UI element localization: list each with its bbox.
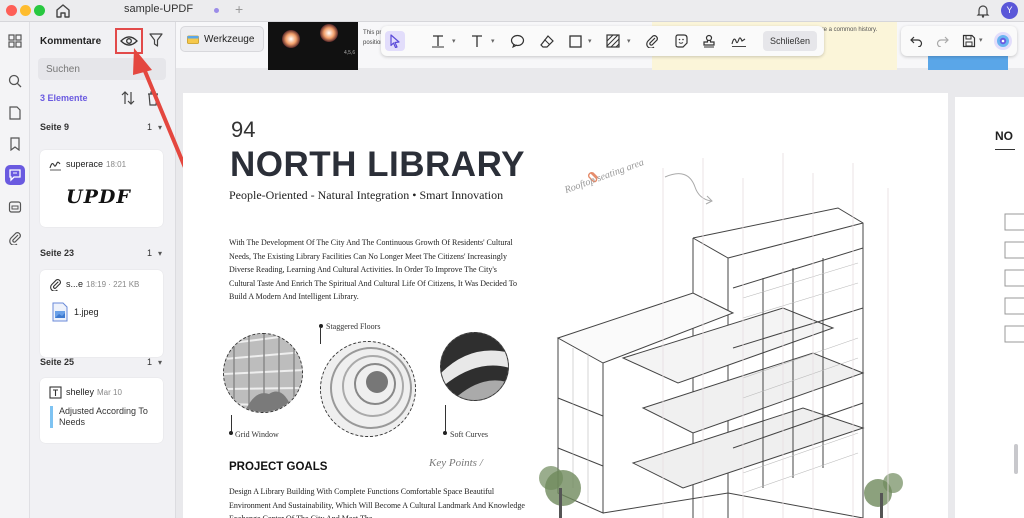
text-tool[interactable] — [467, 31, 487, 51]
history-tools: ▾ — [901, 26, 1017, 56]
ai-assistant-icon[interactable] — [994, 32, 1012, 50]
eraser-tool[interactable] — [537, 31, 557, 51]
next-page-table — [1004, 213, 1024, 343]
select-tool[interactable] — [385, 31, 405, 51]
rectangle-icon — [568, 34, 582, 48]
undo-icon[interactable] — [907, 32, 925, 50]
grid-window-image — [223, 333, 303, 413]
toolbox-icon — [187, 35, 199, 44]
stamp-tool[interactable] — [699, 31, 719, 51]
pdf-page[interactable]: 94 NORTH LIBRARY People-Oriented - Natur… — [183, 93, 948, 518]
project-goals-heading: PROJECT GOALS — [229, 461, 328, 473]
soft-curves-image — [440, 332, 509, 401]
hatch-icon — [606, 34, 620, 48]
save-icon[interactable] — [960, 32, 978, 50]
speech-bubble-icon — [510, 34, 524, 48]
text-icon — [472, 35, 482, 47]
chevron-down-icon[interactable]: ▾ — [452, 37, 456, 45]
page-subtitle: People-Oriented - Natural Integration • … — [229, 188, 504, 202]
chevron-down-icon[interactable]: ▾ — [588, 37, 592, 45]
chevron-down-icon[interactable]: ▾ — [491, 37, 495, 45]
shape-tool[interactable] — [565, 31, 585, 51]
page-body-text: With The Development Of The City And The… — [229, 238, 518, 301]
caption-soft-curves: Soft Curves — [450, 430, 488, 439]
tools-button[interactable]: Werkzeuge — [180, 26, 264, 52]
eraser-icon — [540, 35, 554, 48]
text-box-tool[interactable] — [428, 31, 448, 51]
signature-icon — [731, 37, 746, 47]
stamp-icon — [703, 34, 715, 48]
building-sketch — [539, 153, 903, 518]
key-points-label: Key Points / — [429, 457, 483, 469]
attach-file-tool[interactable] — [642, 31, 662, 51]
page-thumbnail: 4,5,6 — [268, 22, 358, 70]
text-box-icon — [432, 35, 444, 48]
caption-grid-window: Grid Window — [235, 430, 279, 439]
chevron-down-icon[interactable]: ▾ — [979, 36, 983, 44]
close-annotation-mode-button[interactable]: Schließen — [763, 31, 817, 51]
caption-staggered-floors: Staggered Floors — [326, 322, 381, 331]
annotation-toolbar: Werkzeuge 4,5,6 This prote positions. sha… — [176, 22, 1024, 70]
vertical-scrollbar[interactable] — [1014, 444, 1018, 474]
page-title: NORTH LIBRARY — [230, 145, 525, 184]
page-number-heading: 94 — [231, 117, 256, 142]
annotation-tools: ▾ ▾ ▾ ▾ Schließen — [381, 26, 824, 56]
next-page-title: NO — [995, 129, 1013, 143]
redo-icon[interactable] — [933, 32, 951, 50]
area-highlight-tool[interactable] — [603, 31, 623, 51]
sticker-icon — [675, 34, 688, 48]
signature-tool[interactable] — [729, 31, 749, 51]
chevron-down-icon[interactable]: ▾ — [627, 37, 631, 45]
cursor-icon — [390, 34, 400, 48]
sticker-tool[interactable] — [671, 31, 691, 51]
paperclip-icon — [646, 35, 658, 48]
comment-tool[interactable] — [507, 31, 527, 51]
project-goals-text: Design A Library Building With Complete … — [229, 487, 525, 518]
staggered-floors-image — [320, 341, 416, 437]
